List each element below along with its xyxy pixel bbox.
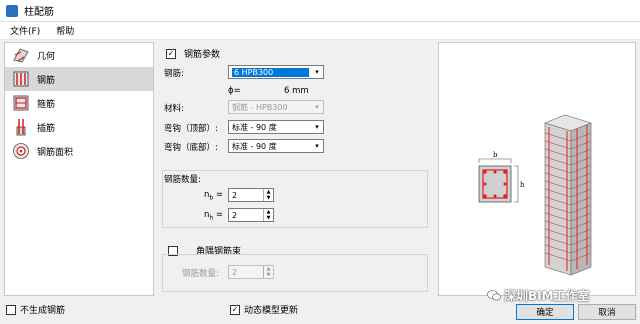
chevron-down-icon: ▾ <box>315 142 319 150</box>
title-bar: 柱配筋 <box>0 0 640 22</box>
material-select-value: 钢筋 - HPB300 <box>232 102 288 112</box>
menu-file[interactable]: 文件(F) <box>10 24 40 37</box>
hook-top-select[interactable]: 标准 - 90 度 ▾ <box>228 120 324 134</box>
sidebar-item-dowel[interactable]: 插筋 <box>5 115 153 139</box>
sidebar-item-label: 钢筋 <box>37 75 56 86</box>
menu-help[interactable]: 帮助 <box>56 24 74 37</box>
no-generate-option[interactable]: 不生成钢筋 <box>6 303 65 316</box>
dynamic-update-checkbox[interactable]: ✓ <box>230 304 240 315</box>
sidebar: 几何 钢筋 箍筋 插筋 钢筋面积 <box>4 42 154 296</box>
menu-bar: 文件(F) 帮助 <box>0 22 640 40</box>
rebar-count-heading: 钢筋数量: <box>164 175 201 185</box>
app-icon <box>6 4 18 17</box>
sidebar-item-rebar-area[interactable]: 钢筋面积 <box>5 139 153 163</box>
rebar-count-group <box>162 170 428 228</box>
rebar-area-icon <box>11 141 31 161</box>
hook-top-label: 弯钩（顶部）: <box>164 124 218 134</box>
nb-stepper[interactable]: 2 ▲ ▼ <box>228 188 274 202</box>
preview-panel: b h <box>438 42 636 296</box>
sidebar-item-stirrup[interactable]: 箍筋 <box>5 91 153 115</box>
rebar-label: 钢筋: <box>164 69 184 79</box>
material-label: 材料: <box>164 104 184 114</box>
nh-value: 2 <box>232 210 238 220</box>
sidebar-item-label: 箍筋 <box>37 99 56 110</box>
rebar-params-heading: 钢筋参数 <box>184 50 221 60</box>
chevron-down-icon: ▾ <box>315 103 319 111</box>
material-select: 钢筋 - HPB300 ▾ <box>228 100 324 114</box>
corner-bundle-count-label: 钢筋数量: <box>182 269 219 279</box>
corner-bundle-stepper-buttons: ▲ ▼ <box>263 266 273 278</box>
preview-label-b: b <box>493 151 498 159</box>
hook-bottom-value: 标准 - 90 度 <box>232 141 277 151</box>
dowel-icon <box>11 117 31 137</box>
sidebar-item-label: 钢筋面积 <box>37 147 74 158</box>
cancel-button[interactable]: 取消 <box>578 304 636 320</box>
corner-bundle-stepper: 2 ▲ ▼ <box>228 265 274 279</box>
ok-button[interactable]: 确定 <box>516 304 574 320</box>
hook-bottom-label: 弯钩（底部）: <box>164 143 218 153</box>
hook-bottom-select[interactable]: 标准 - 90 度 ▾ <box>228 139 324 153</box>
corner-bundle-count-value: 2 <box>232 267 238 277</box>
chevron-down-icon: ▾ <box>315 123 319 131</box>
nh-label: nh = <box>204 210 224 222</box>
rebar-icon <box>11 69 31 89</box>
rebar-params-header: ✓ 钢筋参数 <box>166 47 220 60</box>
no-generate-label: 不生成钢筋 <box>20 306 66 316</box>
nb-value: 2 <box>232 190 238 200</box>
sidebar-item-rebar[interactable]: 钢筋 <box>5 67 153 91</box>
rebar-params-checkbox[interactable]: ✓ <box>166 48 176 59</box>
window-title: 柱配筋 <box>24 7 54 18</box>
sidebar-item-geometry[interactable]: 几何 <box>5 43 153 67</box>
watermark: 深圳BIM工作室 <box>487 287 590 304</box>
watermark-text: 深圳BIM工作室 <box>504 289 590 303</box>
wechat-icon <box>487 290 501 301</box>
dynamic-update-option[interactable]: ✓ 动态模型更新 <box>230 303 298 316</box>
sidebar-item-label: 几何 <box>37 51 56 62</box>
phi-label: ϕ= <box>228 86 241 96</box>
sidebar-item-label: 插筋 <box>37 123 56 134</box>
nh-stepper[interactable]: 2 ▲ ▼ <box>228 208 274 222</box>
column-preview-illustration: b h <box>478 114 592 276</box>
nb-label: nb = <box>204 190 224 202</box>
phi-value: 6 mm <box>284 86 309 96</box>
rebar-select[interactable]: 6 HPB300 ▾ <box>228 65 324 79</box>
hook-top-value: 标准 - 90 度 <box>232 122 277 132</box>
no-generate-checkbox[interactable] <box>6 304 16 315</box>
nh-stepper-buttons[interactable]: ▲ ▼ <box>263 209 273 221</box>
main-panel: ✓ 钢筋参数 钢筋: 6 HPB300 ▾ ϕ= 6 mm 材料: 钢筋 - H… <box>158 42 434 296</box>
geometry-icon <box>11 45 31 65</box>
preview-label-h: h <box>520 181 525 189</box>
dynamic-update-label: 动态模型更新 <box>244 306 299 316</box>
chevron-down-icon: ▾ <box>315 68 319 76</box>
rebar-select-value: 6 HPB300 <box>232 67 309 77</box>
stirrup-icon <box>11 93 31 113</box>
nb-stepper-buttons[interactable]: ▲ ▼ <box>263 189 273 201</box>
